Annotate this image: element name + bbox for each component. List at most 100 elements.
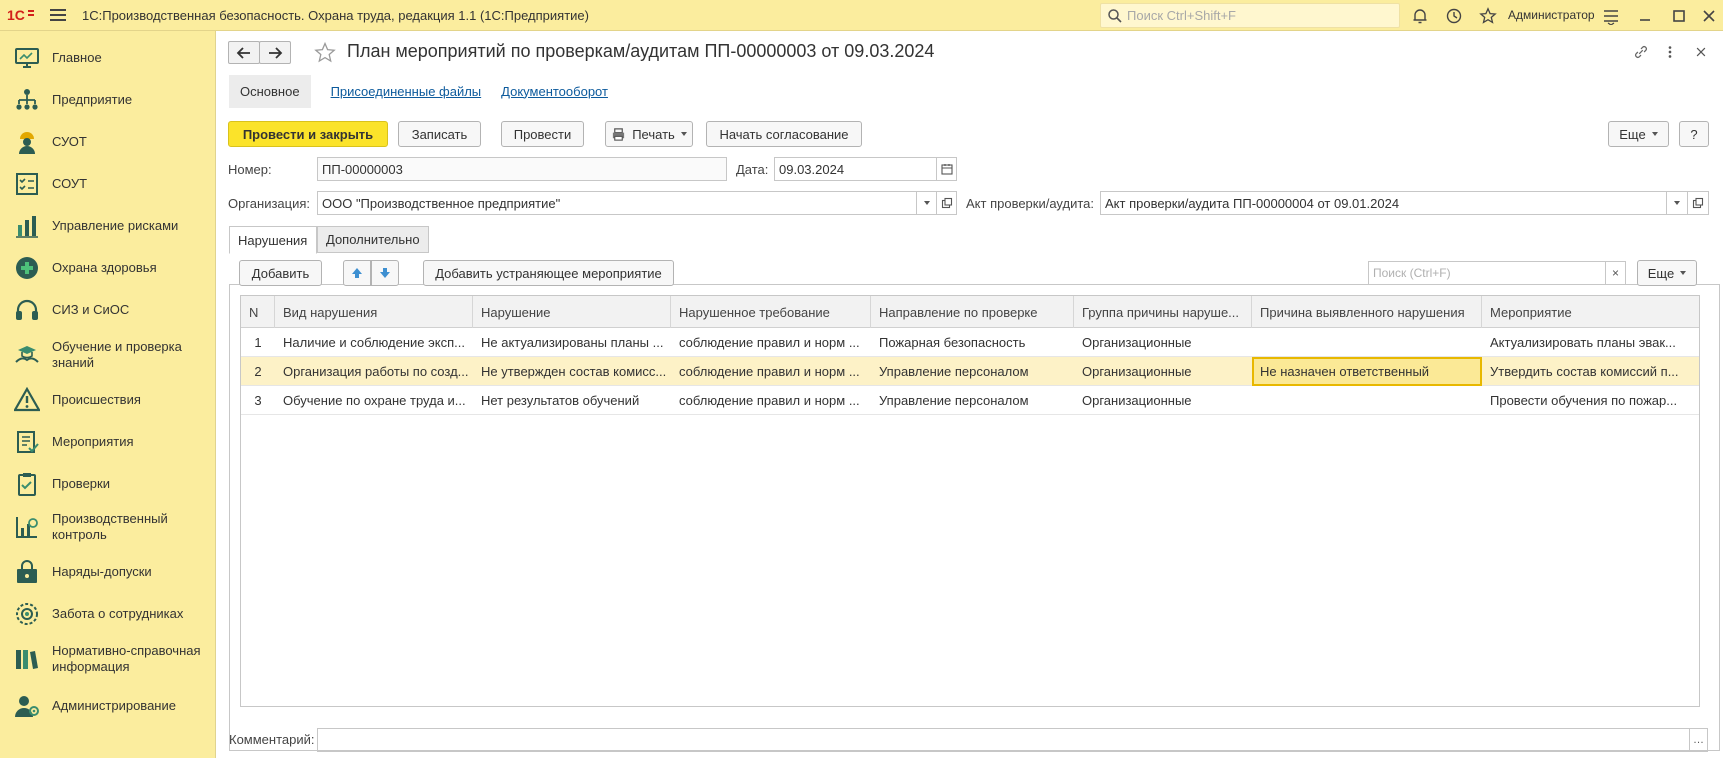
settings-menu-icon[interactable] xyxy=(1600,5,1622,27)
inspection-icon xyxy=(13,470,41,498)
cell-violation-type: Обучение по охране труда и... xyxy=(283,393,466,408)
maximize-icon[interactable] xyxy=(1668,5,1690,27)
comment-field[interactable] xyxy=(317,728,1690,752)
cell-number: 3 xyxy=(254,393,262,408)
sidebar-item-reference[interactable]: Нормативно-справочная информация xyxy=(0,635,216,683)
organization-field[interactable]: ООО "Производственное предприятие" xyxy=(317,191,917,215)
sidebar-item-permits[interactable]: Наряды-допуски xyxy=(0,553,216,591)
sidebar-item-measures[interactable]: Мероприятия xyxy=(0,423,216,461)
sidebar-item-training[interactable]: Обучение и проверка знаний xyxy=(0,331,216,379)
sidebar-item-sout[interactable]: СОУТ xyxy=(0,165,216,203)
sidebar-item-risk[interactable]: Управление рисками xyxy=(0,207,216,245)
audit-act-field[interactable]: Акт проверки/аудита ПП-00000004 от 09.01… xyxy=(1100,191,1667,215)
table-row[interactable]: 2 Организация работы по созд... Не утвер… xyxy=(241,357,1699,386)
tab-main[interactable]: Основное xyxy=(229,74,311,108)
worker-icon xyxy=(13,128,41,156)
cell-cause[interactable]: Не назначен ответственный xyxy=(1252,357,1482,386)
sidebar-item-health[interactable]: Охрана здоровья xyxy=(0,249,216,287)
comment-expand-button[interactable]: … xyxy=(1690,728,1708,752)
table-row[interactable]: 1 Наличие и соблюдение эксп... Не актуал… xyxy=(241,328,1699,357)
post-button[interactable]: Провести xyxy=(501,121,584,147)
sidebar-item-ppe[interactable]: СИЗ и СиОС xyxy=(0,291,216,329)
sidebar-item-suot[interactable]: СУОТ xyxy=(0,123,216,161)
history-icon[interactable] xyxy=(1443,5,1465,27)
add-corrective-measure-button[interactable]: Добавить устраняющее мероприятие xyxy=(423,260,674,286)
open-window-icon xyxy=(941,197,952,209)
sidebar-item-inspections[interactable]: Проверки xyxy=(0,465,216,503)
sidebar-item-enterprise[interactable]: Предприятие xyxy=(0,81,216,119)
sidebar-item-incidents[interactable]: Происшествия xyxy=(0,381,216,419)
tab-violations[interactable]: Нарушения xyxy=(229,226,317,254)
table-search-input[interactable]: Поиск (Ctrl+F) × xyxy=(1368,261,1626,285)
sidebar-item-production-control[interactable]: Производственный контроль xyxy=(0,503,216,551)
save-button[interactable]: Записать xyxy=(398,121,481,147)
cell-requirement: соблюдение правил и норм ... xyxy=(679,364,860,379)
sidebar-item-label: Предприятие xyxy=(52,92,133,107)
organization-dropdown-button[interactable] xyxy=(917,191,937,215)
number-field[interactable]: ПП-00000003 xyxy=(317,157,727,181)
organization-open-button[interactable] xyxy=(937,191,957,215)
search-icon xyxy=(1108,8,1122,23)
column-header-violation[interactable]: Нарушение xyxy=(473,296,671,328)
clear-search-button[interactable]: × xyxy=(1605,262,1625,284)
notifications-bell-icon[interactable] xyxy=(1409,5,1431,27)
print-button[interactable]: Печать xyxy=(605,121,693,147)
column-header-cause[interactable]: Причина выявленного нарушения xyxy=(1252,296,1482,328)
minimize-icon[interactable] xyxy=(1634,5,1656,27)
column-header-direction[interactable]: Направление по проверке xyxy=(871,296,1074,328)
chevron-down-icon xyxy=(1674,201,1680,205)
arrow-down-icon xyxy=(380,268,390,278)
column-header-measure[interactable]: Мероприятие xyxy=(1482,296,1699,328)
number-label: Номер: xyxy=(228,162,272,177)
audit-act-dropdown-button[interactable] xyxy=(1667,191,1688,215)
post-and-close-button[interactable]: Провести и закрыть xyxy=(228,121,388,147)
user-name[interactable]: Администратор xyxy=(1508,8,1595,22)
link-icon[interactable] xyxy=(1631,42,1651,62)
cell-violation-type: Наличие и соблюдение эксп... xyxy=(283,335,465,350)
close-form-icon[interactable] xyxy=(1691,42,1711,62)
move-up-button[interactable] xyxy=(343,260,371,286)
help-button[interactable]: ? xyxy=(1679,121,1709,147)
sidebar: Главное Предприятие СУОТ СОУТ Управление… xyxy=(0,31,216,758)
medical-cross-icon xyxy=(13,254,41,282)
table-more-button[interactable]: Еще xyxy=(1637,260,1697,286)
column-header-requirement[interactable]: Нарушенное требование xyxy=(671,296,871,328)
cell-violation: Не актуализированы планы ... xyxy=(481,335,664,350)
tab-attached-files[interactable]: Присоединенные файлы xyxy=(331,84,482,99)
column-header-cause-group[interactable]: Группа причины наруше... xyxy=(1074,296,1252,328)
sidebar-item-label: Обучение и проверка знаний xyxy=(52,339,182,370)
sidebar-item-administration[interactable]: Администрирование xyxy=(0,687,216,725)
forward-button[interactable] xyxy=(259,41,291,64)
more-button[interactable]: Еще xyxy=(1608,121,1669,147)
cell-direction: Управление персоналом xyxy=(879,364,1029,379)
table-row[interactable]: 3 Обучение по охране труда и... Нет резу… xyxy=(241,386,1699,415)
back-button[interactable] xyxy=(228,41,260,64)
sidebar-item-label: Наряды-допуски xyxy=(52,564,152,579)
start-approval-button[interactable]: Начать согласование xyxy=(706,121,862,147)
calendar-button[interactable] xyxy=(937,157,957,181)
column-header-number[interactable]: N xyxy=(241,296,275,328)
favorite-star-icon[interactable] xyxy=(313,41,337,65)
print-label: Печать xyxy=(632,126,675,142)
main-menu-icon[interactable] xyxy=(50,0,70,31)
date-field[interactable]: 09.03.2024 xyxy=(774,157,937,181)
tab-document-workflow[interactable]: Документооборот xyxy=(501,84,608,99)
close-app-icon[interactable] xyxy=(1698,5,1720,27)
favorites-star-icon[interactable] xyxy=(1477,5,1499,27)
column-header-violation-type[interactable]: Вид нарушения xyxy=(275,296,473,328)
global-search-input[interactable]: Поиск Ctrl+Shift+F xyxy=(1100,3,1400,28)
sidebar-item-employee-care[interactable]: Забота о сотрудниках xyxy=(0,595,216,633)
audit-act-open-button[interactable] xyxy=(1688,191,1709,215)
move-down-button[interactable] xyxy=(371,260,399,286)
more-actions-icon[interactable] xyxy=(1660,42,1680,62)
admin-icon xyxy=(13,692,41,720)
add-row-button[interactable]: Добавить xyxy=(239,260,322,286)
table-more-label: Еще xyxy=(1647,265,1675,281)
sidebar-item-label: СУОТ xyxy=(52,134,87,149)
cell-measure: Утвердить состав комиссий п... xyxy=(1490,364,1679,379)
sidebar-item-main[interactable]: Главное xyxy=(0,39,216,77)
table-search-placeholder: Поиск (Ctrl+F) xyxy=(1373,266,1451,280)
cell-measure: Провести обучения по пожар... xyxy=(1490,393,1678,408)
tab-additional[interactable]: Дополнительно xyxy=(317,226,429,253)
sidebar-item-label: Управление рисками xyxy=(52,218,179,233)
